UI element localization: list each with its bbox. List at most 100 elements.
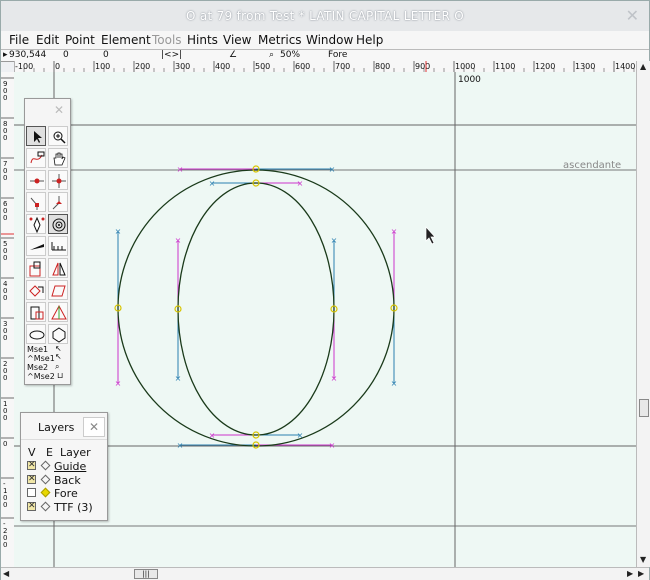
3d-rotate-icon — [30, 306, 44, 320]
menu-tools[interactable]: Tools — [152, 33, 182, 47]
menu-edit[interactable]: Edit — [36, 33, 59, 47]
title-bar[interactable]: O at 79 from Test * LATIN CAPITAL LETTER… — [1, 1, 649, 32]
ruler-tool[interactable] — [48, 236, 68, 256]
zoom-level: 50% — [280, 50, 301, 60]
svg-text:×: × — [209, 179, 216, 188]
polygon-icon — [52, 327, 66, 343]
cursor-arrow-icon: ▸ — [3, 50, 8, 60]
horizontal-scrollbar[interactable]: ◀ ||| ▶ ▶ — [1, 567, 649, 580]
svg-text:×: × — [175, 374, 182, 383]
ellipse-tool[interactable] — [26, 324, 46, 344]
back-edit-radio[interactable] — [40, 474, 51, 485]
layer-row-fore[interactable]: Fore — [27, 487, 107, 500]
layers-header[interactable]: Layers ✕ — [21, 413, 107, 440]
tangent-point-tool[interactable] — [48, 192, 68, 212]
scroll-right-end-icon[interactable]: ▶ — [638, 569, 644, 578]
corner-point-icon — [30, 197, 39, 210]
3d-rotate-tool[interactable] — [26, 302, 46, 322]
ellipse-icon — [29, 330, 45, 340]
menu-metrics[interactable]: Metrics — [258, 33, 302, 47]
menu-point[interactable]: Point — [65, 33, 95, 47]
cursor-coords: 930,544 — [9, 50, 47, 60]
ruler-icon — [51, 242, 66, 251]
layer-row-ttf[interactable]: TTF (3) — [27, 500, 107, 514]
knife-tool[interactable] — [26, 236, 46, 256]
ttf-visibility-checkbox[interactable] — [27, 500, 36, 513]
magnify-tool[interactable] — [48, 126, 68, 146]
svg-text:×: × — [209, 431, 216, 440]
hv-curve-point-tool[interactable] — [48, 170, 68, 190]
angle-icon: ∠ — [229, 50, 238, 60]
menu-window[interactable]: Window — [306, 33, 353, 47]
inner-control-handles — [177, 182, 335, 436]
v-ruler-label-char: 0 — [3, 374, 7, 382]
rotate-icon — [29, 285, 44, 297]
menu-hints[interactable]: Hints — [187, 33, 218, 47]
polygon-tool[interactable] — [48, 324, 68, 344]
mouse2-label: Mse2 — [27, 363, 49, 372]
guide-visibility-checkbox[interactable] — [27, 459, 36, 472]
menu-element[interactable]: Element — [101, 33, 151, 47]
svg-text:×: × — [115, 227, 122, 236]
ttf-edit-radio[interactable] — [40, 501, 51, 512]
v-ruler-label-char: 0 — [3, 134, 7, 142]
tools-palette: ✕ Mse1 ^Mse1 Mse2 ^Mse2 ↖ ↖ ⌕ ⊔ — [24, 98, 71, 385]
corner-point-tool[interactable] — [26, 192, 46, 212]
layers-title: Layers — [38, 421, 75, 434]
menu-file[interactable]: File — [9, 33, 29, 47]
scroll-right-icon[interactable]: ▶ — [627, 569, 633, 578]
h-ruler-label: 600 — [295, 62, 310, 71]
on-curve-points[interactable] — [114, 165, 398, 449]
fore-visibility-checkbox[interactable] — [27, 488, 36, 497]
tools-close-button[interactable]: ✕ — [54, 103, 64, 117]
handle-markers: × × × × × × × × × × × × × × × × — [115, 165, 398, 450]
edit-column-header: E — [46, 446, 53, 459]
layer-column-header: Layer — [60, 446, 91, 459]
mouse1-label: Mse1 — [27, 345, 49, 354]
menu-view[interactable]: View — [223, 33, 251, 47]
pointer-tool[interactable] — [26, 126, 46, 146]
scroll-up-icon[interactable]: ▲ — [640, 62, 646, 71]
svg-text:×: × — [177, 165, 184, 174]
svg-text:×: × — [331, 236, 338, 245]
scale-tool[interactable] — [26, 258, 46, 278]
flip-tool[interactable] — [48, 258, 68, 278]
horizontal-scroll-thumb[interactable]: ||| — [134, 569, 158, 579]
rotate-tool[interactable] — [26, 280, 46, 300]
vertical-scrollbar[interactable]: ▲ ▼ — [636, 61, 650, 567]
guide-edit-radio[interactable] — [40, 460, 51, 471]
inner-contour[interactable] — [177, 182, 335, 436]
h-ruler-label: 300 — [175, 62, 190, 71]
vertical-scroll-thumb[interactable] — [639, 399, 649, 417]
zoom-icon: ⌕ — [269, 50, 275, 60]
ctrl-mouse1-label: ^Mse1 — [27, 354, 55, 363]
scroll-tool[interactable] — [48, 148, 68, 168]
curve-point-icon — [30, 178, 44, 184]
close-window-button[interactable]: ✕ — [626, 6, 639, 25]
v-ruler-label-char: 0 — [3, 501, 7, 509]
spiro-tool[interactable] — [48, 214, 68, 234]
layers-close-button[interactable]: ✕ — [83, 417, 105, 437]
hv-curve-point-icon — [52, 174, 66, 188]
perspective-tool[interactable] — [48, 302, 68, 322]
pen-tool[interactable] — [26, 214, 46, 234]
skew-tool[interactable] — [48, 280, 68, 300]
svg-text:×: × — [297, 431, 304, 440]
scroll-down-icon[interactable]: ▼ — [640, 555, 646, 564]
layer-row-back[interactable]: Back — [27, 473, 107, 487]
layer-row-guide[interactable]: Guide — [27, 459, 107, 473]
freehand-tool[interactable] — [26, 148, 46, 168]
menu-help[interactable]: Help — [356, 33, 383, 47]
fore-edit-radio[interactable] — [40, 487, 51, 498]
outer-contour[interactable] — [117, 169, 395, 447]
perspective-icon — [51, 304, 67, 320]
h-ruler-label: 1200 — [535, 62, 555, 71]
knife-icon — [30, 244, 44, 250]
v-ruler-label-char: 0 — [3, 334, 7, 342]
back-visibility-checkbox[interactable] — [27, 473, 36, 486]
scroll-left-icon[interactable]: ◀ — [3, 569, 9, 578]
svg-text:×: × — [329, 165, 336, 174]
window-title: O at 79 from Test * LATIN CAPITAL LETTER… — [185, 9, 465, 23]
h-ruler-label: 0 — [55, 62, 60, 71]
curve-point-tool[interactable] — [26, 170, 46, 190]
